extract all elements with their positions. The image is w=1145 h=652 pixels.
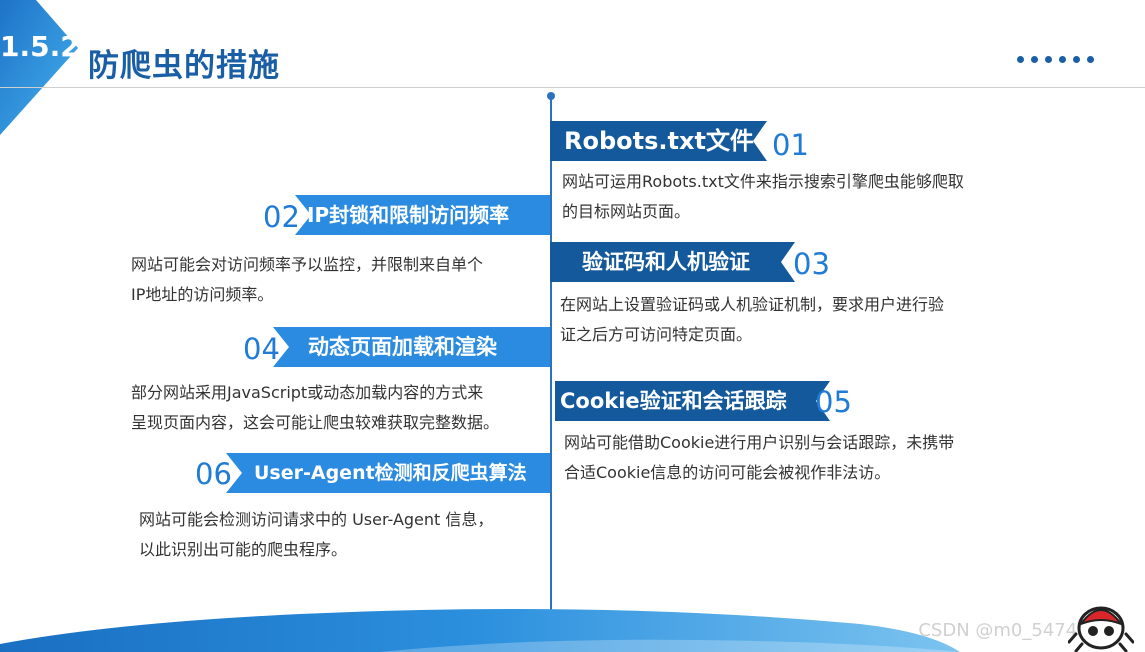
section-corner-shape (0, 0, 78, 135)
header-dots (1017, 56, 1097, 64)
item-01-band: Robots.txt文件 (550, 121, 767, 161)
item-04-description: 部分网站采用JavaScript或动态加载内容的方式来 呈现页面内容，这会可能让… (131, 378, 499, 438)
item-02-line-2: IP地址的访问频率。 (131, 285, 274, 304)
item-04-title: 动态页面加载和渲染 (308, 335, 497, 359)
item-01-line-2: 的目标网站页面。 (562, 202, 691, 221)
item-01-line-1: 网站可运用Robots.txt文件来指示搜索引擎爬虫能够爬取 (562, 172, 964, 191)
item-03-number: 03 (793, 247, 830, 281)
item-06-title: User-Agent检测和反爬虫算法 (254, 462, 527, 484)
timeline (550, 96, 552, 616)
item-02-title: IP封锁和限制访问频率 (307, 203, 510, 227)
item-06-number: 06 (195, 457, 232, 491)
item-06-band: User-Agent检测和反爬虫算法 (226, 453, 550, 493)
item-05-title: Cookie验证和会话跟踪 (560, 389, 787, 413)
item-05-description: 网站可能借助Cookie进行用户识别与会话跟踪，未携带 合适Cookie信息的访… (564, 428, 954, 488)
item-01-title: Robots.txt文件 (564, 127, 754, 155)
item-06-line-2: 以此识别出可能的爬虫程序。 (139, 540, 348, 559)
item-03-description: 在网站上设置验证码或人机验证机制，要求用户进行验 证之后方可访问特定页面。 (560, 290, 944, 350)
item-02-description: 网站可能会对访问频率予以监控，并限制来自单个 IP地址的访问频率。 (131, 250, 483, 310)
item-04-band: 动态页面加载和渲染 (273, 327, 550, 367)
item-03-line-2: 证之后方可访问特定页面。 (560, 325, 753, 344)
item-02-band: IP封锁和限制访问频率 (295, 195, 550, 235)
header-divider (0, 87, 1145, 88)
item-05-line-2: 合适Cookie信息的访问可能会被视作非法访。 (564, 463, 891, 482)
section-number: 1.5.2 (0, 30, 80, 63)
item-05-number: 05 (815, 385, 852, 419)
item-01-description: 网站可运用Robots.txt文件来指示搜索引擎爬虫能够爬取 的目标网站页面。 (562, 167, 964, 227)
item-04-line-1: 部分网站采用JavaScript或动态加载内容的方式来 (131, 383, 484, 402)
item-03-band: 验证码和人机验证 (550, 242, 795, 282)
item-05-line-1: 网站可能借助Cookie进行用户识别与会话跟踪，未携带 (564, 433, 955, 452)
item-04-line-2: 呈现页面内容，这会可能让爬虫较难获取完整数据。 (131, 413, 500, 432)
item-04-number: 04 (243, 332, 280, 366)
page-title: 防爬虫的措施 (88, 48, 280, 84)
item-01-number: 01 (772, 128, 809, 162)
item-03-title: 验证码和人机验证 (582, 250, 750, 274)
mascot-icon (1068, 606, 1134, 652)
item-06-description: 网站可能会检测访问请求中的 User-Agent 信息， 以此识别出可能的爬虫程… (139, 505, 493, 565)
item-05-band: Cookie验证和会话跟踪 (555, 381, 830, 421)
item-02-number: 02 (263, 200, 300, 234)
item-06-line-1: 网站可能会检测访问请求中的 User-Agent 信息， (139, 510, 494, 529)
item-02-line-1: 网站可能会对访问频率予以监控，并限制来自单个 (131, 255, 484, 274)
item-03-line-1: 在网站上设置验证码或人机验证机制，要求用户进行验 (560, 295, 945, 314)
